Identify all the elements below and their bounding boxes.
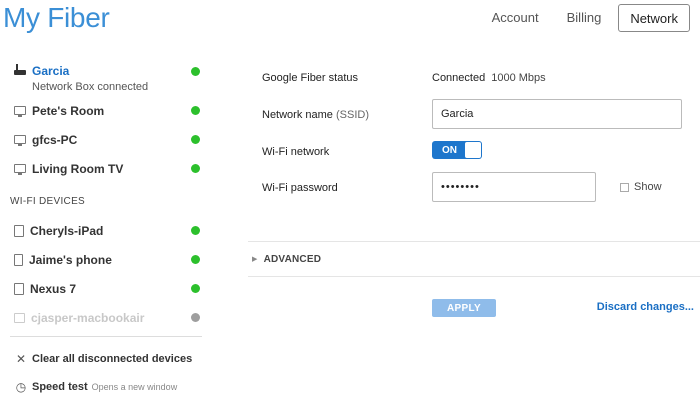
status-label: Google Fiber status: [262, 72, 358, 84]
nav-account[interactable]: Account: [481, 4, 550, 32]
monitor-icon: [14, 164, 26, 175]
device-status-text: Network Box connected: [32, 81, 149, 93]
device-list-item[interactable]: gfcs-PC: [10, 125, 202, 154]
connected-status-dot: [191, 226, 200, 235]
status-value-group: Connected 1000 Mbps: [432, 72, 546, 84]
wifi-password-input[interactable]: ••••••••: [432, 172, 596, 202]
toggle-knob: [465, 142, 481, 158]
connected-status-dot: [191, 135, 200, 144]
speed-test-link[interactable]: ◷ Speed test Opens a new window: [10, 373, 202, 401]
nav-network[interactable]: Network: [618, 4, 690, 32]
tablet-icon: [14, 224, 24, 237]
device-name: Jaime's phone: [29, 252, 112, 267]
ssid-label-group: Network name (SSID): [262, 109, 369, 121]
show-password-toggle[interactable]: Show: [620, 181, 662, 193]
show-label: Show: [634, 181, 662, 193]
clock-icon: ◷: [15, 380, 27, 394]
wifi-password-label: Wi-Fi password: [262, 182, 338, 194]
laptop-icon: [14, 312, 25, 323]
device-name: cjasper-macbookair: [31, 310, 145, 325]
device-name: Nexus 7: [30, 281, 77, 296]
wifi-network-label: Wi-Fi network: [262, 146, 330, 158]
device-list-item[interactable]: Pete's Room: [10, 96, 202, 125]
router-icon: [14, 64, 26, 76]
wifi-toggle-text: ON: [442, 144, 457, 156]
expand-triangle-icon: ▶: [252, 256, 258, 263]
advanced-label: ADVANCED: [263, 253, 322, 265]
status-speed: 1000 Mbps: [491, 72, 546, 84]
clear-label: Clear all disconnected devices: [32, 353, 193, 365]
device-list-item[interactable]: Jaime's phone: [10, 245, 202, 274]
top-navigation: Account Billing Network: [475, 4, 690, 32]
app-logo: My Fiber: [3, 2, 110, 33]
wifi-devices-heading: WI-FI DEVICES: [10, 196, 86, 207]
device-name: Cheryls-iPad: [30, 223, 104, 238]
device-name: Pete's Room: [32, 103, 105, 118]
monitor-icon: [14, 106, 26, 117]
device-name: Garcia: [32, 64, 70, 78]
sidebar-divider: [10, 336, 202, 337]
device-list-item[interactable]: Nexus 7: [10, 274, 202, 303]
speed-test-label: Speed test: [32, 381, 88, 393]
device-sidebar: Garcia Network Box connected Pete's Room…: [10, 58, 202, 401]
device-list-item[interactable]: Cheryls-iPad: [10, 216, 202, 245]
connected-status-dot: [191, 284, 200, 293]
connected-status-dot: [191, 106, 200, 115]
monitor-icon: [14, 135, 26, 146]
device-name: gfcs-PC: [32, 132, 78, 147]
clear-disconnected-button[interactable]: ✕ Clear all disconnected devices: [10, 345, 202, 373]
ssid-label-suffix: (SSID): [335, 109, 369, 121]
wifi-toggle[interactable]: ON: [432, 141, 482, 159]
connected-status-dot: [191, 255, 200, 264]
phone-icon: [14, 253, 23, 266]
device-name: Living Room TV: [32, 161, 124, 176]
nav-billing[interactable]: Billing: [556, 4, 613, 32]
connected-status-dot: [191, 164, 200, 173]
show-password-checkbox[interactable]: [620, 182, 629, 192]
speed-test-note: Opens a new window: [91, 382, 178, 392]
disconnected-status-dot: [191, 313, 200, 322]
discard-changes-link[interactable]: Discard changes...: [597, 301, 694, 313]
status-value: Connected: [432, 72, 486, 84]
ssid-label: Network name: [262, 109, 333, 121]
device-list-item[interactable]: Living Room TV: [10, 154, 202, 183]
advanced-section-toggle[interactable]: ▶ ADVANCED: [248, 241, 700, 277]
ssid-input[interactable]: Garcia: [432, 99, 682, 129]
device-list-item[interactable]: cjasper-macbookair: [10, 303, 202, 332]
connected-status-dot: [191, 67, 200, 76]
device-gateway[interactable]: Garcia Network Box connected: [10, 58, 202, 96]
tablet-icon: [14, 282, 24, 295]
close-icon: ✕: [15, 352, 27, 366]
apply-button[interactable]: APPLY: [432, 299, 496, 317]
